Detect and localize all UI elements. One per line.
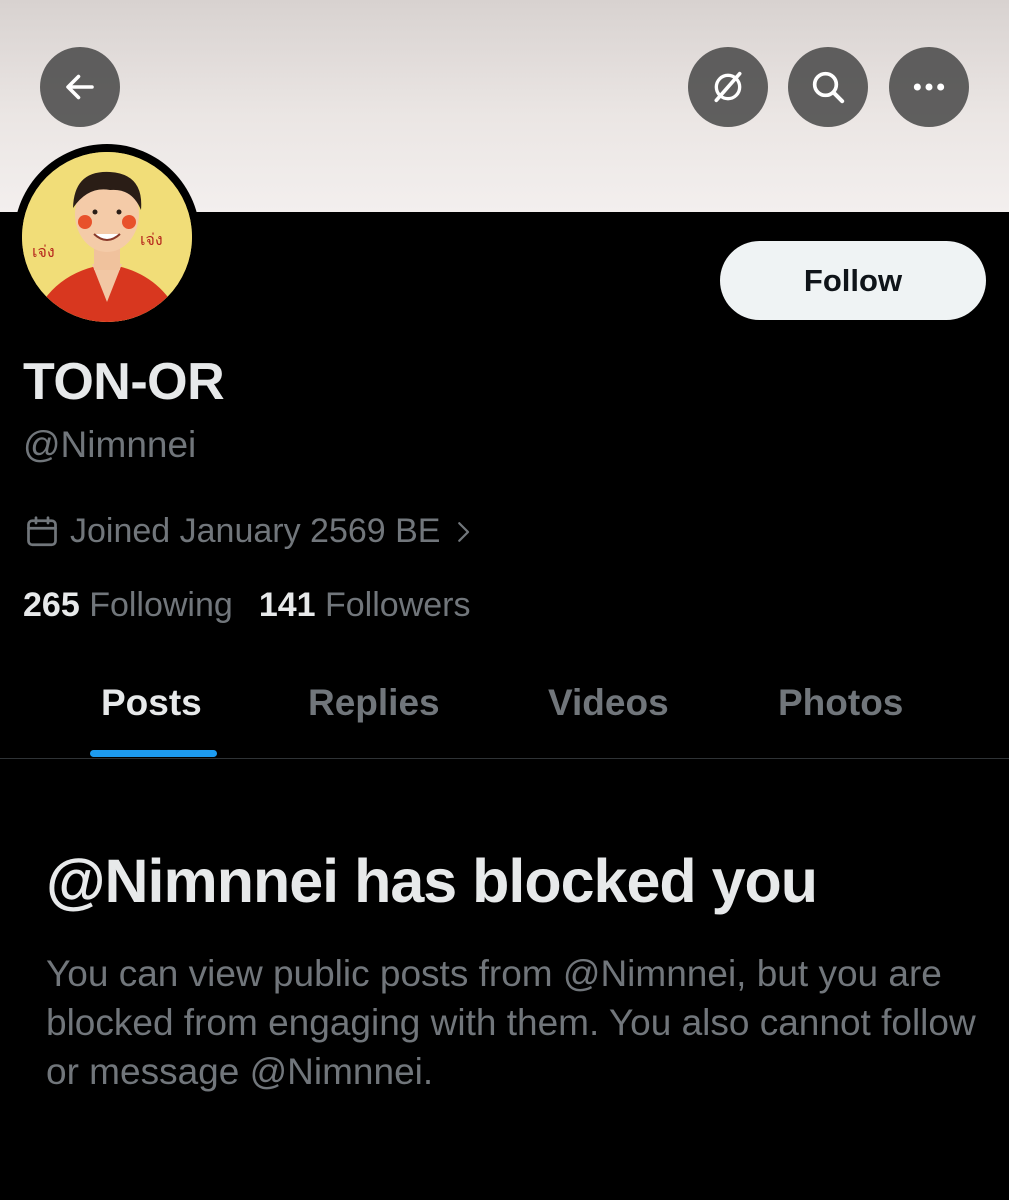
avatar-photo [22,152,192,322]
avatar-frame[interactable]: เจ่ง เจ่ง [14,144,200,330]
avatar[interactable]: เจ่ง เจ่ง [22,152,192,322]
display-name: TON-OR [23,353,225,411]
avatar-text-left: เจ่ง [32,242,55,261]
blocked-title: @Nimnnei has blocked you [46,847,818,915]
followers-link[interactable]: 141 Followers [259,586,471,625]
blocked-message: You can view public posts from @Nimnnei,… [46,953,976,1092]
active-tab-indicator [90,750,217,757]
back-button[interactable] [40,47,120,127]
following-link[interactable]: 265 Following [23,586,233,625]
avatar-text-right: เจ่ง [140,230,163,249]
profile-tabs: Posts Replies Videos Photos [0,670,1009,759]
follow-stats: 265 Following 141 Followers [23,586,470,625]
search-button[interactable] [788,47,868,127]
following-label: Following [89,586,233,624]
more-dots-icon [913,83,945,91]
followers-count: 141 [258,586,316,624]
chevron-right-icon [458,521,470,542]
joined-date[interactable]: Joined January 2569 BE [24,512,476,551]
grok-button[interactable] [688,47,768,127]
follow-button[interactable]: Follow [720,241,986,320]
followers-label: Followers [325,586,471,624]
search-icon [812,71,845,104]
calendar-icon [27,515,57,546]
profile-handle: @Nimnnei [23,424,197,465]
tab-videos[interactable]: Videos [548,682,669,724]
more-button[interactable] [889,47,969,127]
grok-slash-circle-icon [714,71,742,103]
joined-text: Joined January 2569 BE [70,512,441,550]
tab-replies[interactable]: Replies [308,682,440,724]
tab-photos[interactable]: Photos [778,682,903,724]
following-count: 265 [23,586,80,624]
arrow-left-icon [66,74,94,100]
tab-posts[interactable]: Posts [101,682,202,724]
